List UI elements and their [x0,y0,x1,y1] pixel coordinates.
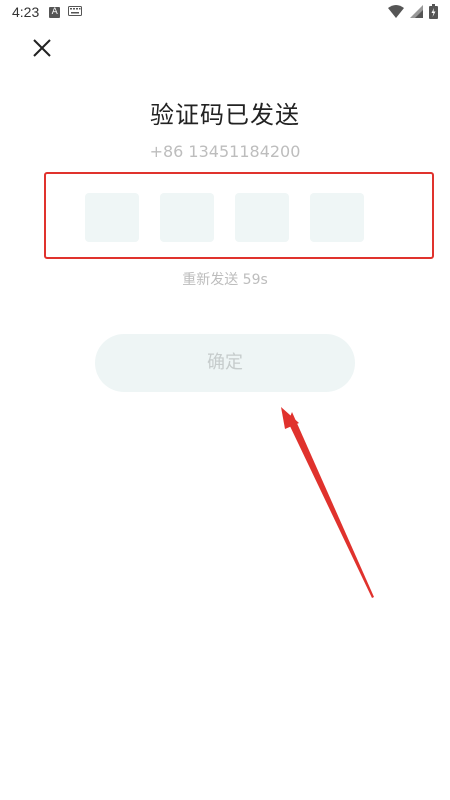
status-bar: 4:23 A [0,0,450,24]
verification-screen: 4:23 A 验证码已发送 +86 13451184200 重新发送 59s 确… [0,0,450,800]
code-input-3[interactable] [235,193,289,242]
page-title: 验证码已发送 [150,101,300,129]
resend-countdown: 重新发送 59s [182,272,268,288]
keyboard-icon [68,4,83,20]
code-input-2[interactable] [160,193,214,242]
status-icons [388,4,438,23]
code-input-1[interactable] [85,193,139,242]
battery-icon [429,4,438,23]
signal-icon [410,5,423,22]
status-time: 4:23 [12,4,40,20]
close-icon [33,39,51,57]
notification-a-icon: A [49,6,61,18]
confirm-button[interactable]: 确定 [95,334,355,392]
phone-number: +86 13451184200 [149,142,301,161]
code-input-4[interactable] [310,193,364,242]
close-button[interactable] [30,36,54,60]
wifi-icon [388,5,404,22]
